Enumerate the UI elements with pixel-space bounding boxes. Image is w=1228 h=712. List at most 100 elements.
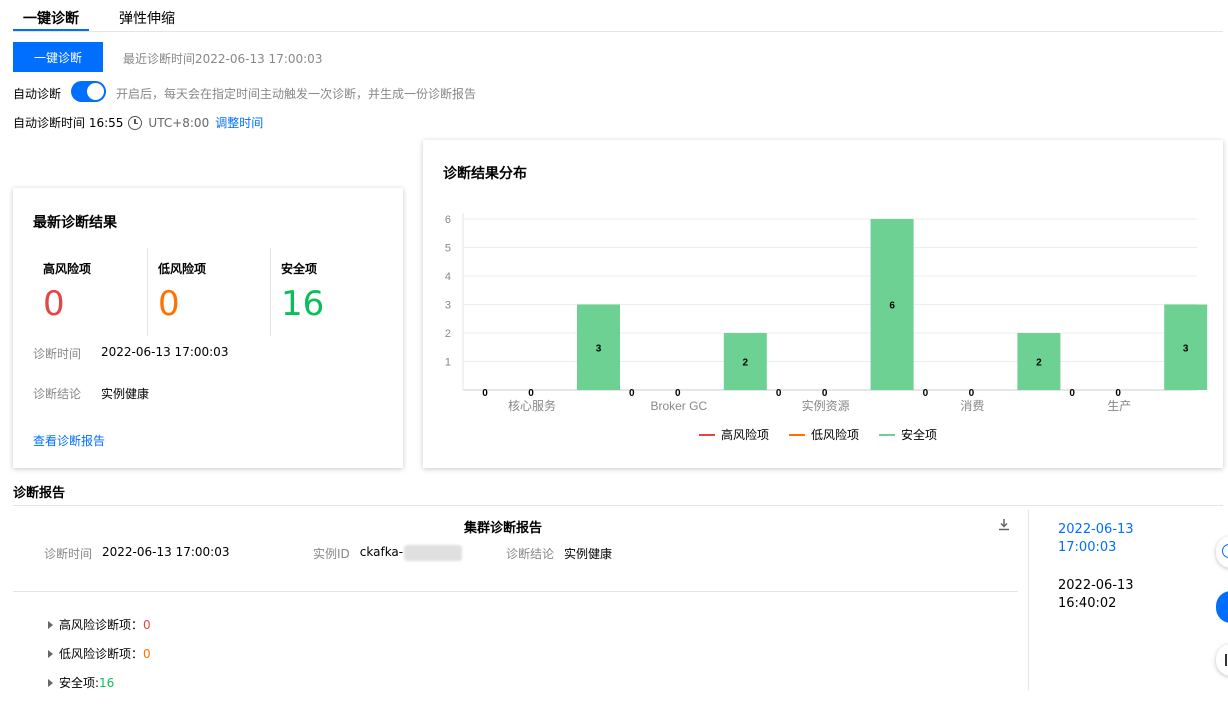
one-click-diagnose-button[interactable]: 一键诊断	[13, 42, 103, 72]
data-label: 2	[1036, 358, 1042, 369]
diagnosis-conclusion-key: 诊断结论	[33, 387, 82, 401]
auto-diagnosis-time: 自动诊断时间 16:55	[13, 116, 124, 130]
data-label: 0	[675, 388, 681, 399]
stat-high-risk: 高风险项 0	[33, 248, 147, 336]
y-tick-label: 4	[445, 271, 451, 283]
data-label: 0	[528, 388, 534, 399]
y-tick-label: 1	[445, 357, 451, 369]
floating-feedback-button[interactable]	[1216, 644, 1228, 676]
legend-swatch	[789, 433, 806, 436]
latest-result-card: 最新诊断结果 高风险项 0 低风险项 0 安全项 16 诊断时间 2022-06…	[13, 188, 403, 468]
toggle-knob	[87, 83, 104, 100]
data-label: 0	[1069, 388, 1075, 399]
report-conclusion-row: 诊断结论 实例健康	[506, 545, 612, 562]
y-tick-label: 6	[445, 214, 451, 226]
legend-item-low-risk[interactable]: 低风险项	[789, 426, 859, 443]
chart-legend: 高风险项 低风险项 安全项	[699, 426, 957, 443]
legend-label: 安全项	[901, 428, 938, 442]
history-time: 17:00:03	[1058, 540, 1117, 555]
stat-safe: 安全项 16	[270, 248, 384, 336]
stat-low-risk: 低风险项 0	[147, 248, 271, 336]
floating-help-button[interactable]	[1216, 536, 1228, 568]
auto-diagnosis-toggle[interactable]	[71, 81, 106, 102]
stat-label: 低风险项	[158, 262, 207, 276]
tab-elastic-scaling[interactable]: 弹性伸缩	[119, 8, 175, 28]
floating-chat-button[interactable]	[1216, 591, 1228, 623]
adjust-time-link[interactable]: 调整时间	[215, 114, 263, 131]
report-instance-key: 实例ID	[313, 547, 350, 561]
item-count: 0	[143, 617, 151, 632]
cluster-report-title: 集群诊断报告	[463, 521, 542, 536]
caret-right-icon	[48, 649, 53, 658]
history-date: 2022-06-13	[1058, 522, 1134, 537]
legend-swatch	[879, 433, 896, 436]
report-divider	[13, 591, 1018, 592]
caret-right-icon	[48, 620, 53, 629]
data-label: 0	[482, 388, 488, 399]
data-label: 3	[596, 343, 602, 354]
data-label: 0	[629, 388, 635, 399]
expand-high-risk-items[interactable]: 高风险诊断项： 0	[48, 616, 151, 633]
item-label: 安全项:	[59, 676, 100, 690]
data-label: 3	[1183, 343, 1189, 354]
legend-label: 高风险项	[721, 428, 770, 442]
tab-one-click-diagnosis[interactable]: 一键诊断	[23, 8, 79, 28]
legend-swatch	[699, 433, 715, 436]
report-conclusion-key: 诊断结论	[506, 547, 555, 561]
legend-item-high-risk[interactable]: 高风险项	[699, 426, 769, 443]
item-count: 16	[99, 675, 115, 690]
data-label: 0	[822, 388, 828, 399]
download-icon[interactable]	[998, 518, 1010, 531]
distribution-chart: 1234560 03核心服务0 02Broker GC0 06实例资源0 02消费0 03…	[445, 213, 1208, 413]
data-label: 0	[1115, 388, 1121, 399]
expand-safe-items[interactable]: 安全项: 16	[48, 674, 114, 691]
item-label: 高风险诊断项：	[59, 618, 144, 632]
report-time-row: 诊断时间 2022-06-13 17:00:03	[44, 545, 229, 562]
data-label: 0	[923, 388, 929, 399]
report-section-title: 诊断报告	[13, 486, 66, 501]
expand-low-risk-items[interactable]: 低风险诊断项： 0	[48, 645, 151, 662]
item-label: 低风险诊断项：	[59, 647, 144, 661]
tab-bar: 一键诊断 弹性伸缩	[13, 0, 1223, 32]
view-report-link[interactable]: 查看诊断报告	[33, 432, 105, 449]
data-label: 0	[969, 388, 975, 399]
x-tick-label: 实例资源	[802, 398, 850, 413]
report-conclusion-value: 实例健康	[564, 547, 613, 561]
x-tick-label: 消费	[960, 399, 984, 413]
stat-label: 安全项	[281, 262, 318, 276]
x-tick-label: 核心服务	[508, 398, 556, 413]
x-tick-label: Broker GC	[650, 399, 707, 413]
stat-value: 0	[158, 284, 180, 324]
report-instance-row: 实例ID ckafka-	[313, 545, 463, 562]
y-tick-label: 3	[445, 300, 451, 312]
auto-diagnosis-label: 自动诊断	[13, 87, 62, 101]
auto-diagnosis-description: 开启后，每天会在指定时间主动触发一次诊断，并生成一份诊断报告	[116, 87, 477, 101]
diagnosis-time-row: 诊断时间 2022-06-13 17:00:03	[33, 345, 228, 362]
diagnosis-time-key: 诊断时间	[33, 347, 82, 361]
y-tick-label: 5	[445, 243, 451, 255]
history-date: 2022-06-13	[1058, 578, 1134, 593]
data-label: 2	[743, 358, 749, 369]
result-distribution-card: 诊断结果分布 1 2 3 4 5 6 0 0 3 核心服务 0 0 2 Broker GC 0 0 6 实例资源 0…	[423, 140, 1223, 468]
diagnosis-conclusion-row: 诊断结论 实例健康	[33, 385, 149, 402]
legend-item-safe[interactable]: 安全项	[879, 426, 937, 443]
clock-icon	[128, 115, 143, 130]
report-time-value: 2022-06-13 17:00:03	[102, 545, 230, 559]
timezone: UTC+8:00	[148, 115, 210, 130]
history-entry[interactable]: 2022-06-13 16:40:02	[1058, 577, 1134, 613]
report-time-key: 诊断时间	[44, 547, 93, 561]
history-entry-active[interactable]: 2022-06-13 17:00:03	[1058, 521, 1134, 557]
latest-result-title: 最新诊断结果	[33, 215, 117, 231]
data-label: 6	[889, 301, 895, 312]
legend-label: 低风险项	[811, 428, 860, 442]
stat-label: 高风险项	[43, 262, 92, 276]
section-divider	[13, 505, 1223, 506]
caret-right-icon	[48, 678, 53, 687]
report-instance-value: ckafka-	[359, 545, 404, 559]
stat-value: 0	[43, 284, 65, 324]
data-label: 0	[776, 388, 782, 399]
last-diagnosis-time: 最近诊断时间2022-06-13 17:00:03	[123, 52, 323, 66]
active-tab-indicator	[13, 29, 89, 31]
y-tick-label: 2	[445, 328, 451, 340]
history-divider	[1028, 510, 1029, 690]
